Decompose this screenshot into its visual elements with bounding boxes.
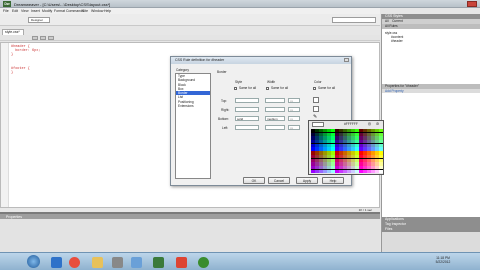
category-label: Category xyxy=(176,68,189,72)
properties-header[interactable]: Properties xyxy=(0,214,380,219)
right-label: Right: xyxy=(221,108,230,112)
color-same-checkbox[interactable] xyxy=(313,87,316,90)
top-width-select[interactable] xyxy=(265,98,285,103)
search-input[interactable] xyxy=(332,17,376,23)
line-number-gutter xyxy=(1,43,9,207)
color-wheel-icon[interactable]: ◎ xyxy=(367,121,372,126)
app-icon[interactable] xyxy=(176,257,187,268)
menu-file[interactable]: File xyxy=(3,9,9,13)
menu-window[interactable]: Window xyxy=(91,9,103,13)
width-same-label: Same for all xyxy=(271,86,289,90)
chrome-icon[interactable] xyxy=(69,257,80,268)
style-column-header: Style xyxy=(235,80,243,84)
app-icon[interactable] xyxy=(198,257,209,268)
top-unit-select[interactable]: px xyxy=(288,98,300,103)
design-view-button[interactable] xyxy=(48,36,54,40)
bottom-style-select[interactable]: solid xyxy=(235,116,259,121)
top-color-swatch[interactable] xyxy=(313,97,319,103)
color-swatch[interactable] xyxy=(379,169,383,173)
dreamweaver-taskbar-icon[interactable] xyxy=(153,257,164,268)
color-hex-value[interactable]: #FFFFFF xyxy=(344,122,358,126)
top-label: Top: xyxy=(221,99,228,103)
color-swatch-grid[interactable] xyxy=(311,129,383,173)
right-color-swatch[interactable] xyxy=(313,106,319,112)
window-titlebar: Dw Dreamweaver - [C:\Users\...\Desktop\C… xyxy=(0,0,480,8)
width-column-header: Width xyxy=(267,80,276,84)
section-title: Border xyxy=(217,70,227,74)
toolbar: Designer xyxy=(0,14,380,26)
tab-all[interactable]: All xyxy=(385,19,389,23)
left-width-select[interactable] xyxy=(265,125,285,130)
code-line: } xyxy=(11,71,14,75)
menu-modify[interactable]: Modify xyxy=(42,9,52,13)
code-line: } xyxy=(11,53,14,57)
code-view-button[interactable] xyxy=(32,36,38,40)
app-icon[interactable] xyxy=(112,257,123,268)
style-same-label: Same for all xyxy=(239,86,257,90)
window-title: Dreamweaver - [C:\Users\...\Desktop\CSS\… xyxy=(14,2,111,7)
left-label: Left: xyxy=(222,126,229,130)
menu-insert[interactable]: Insert xyxy=(31,9,40,13)
dialog-close-button[interactable] xyxy=(344,58,349,62)
clock-date: 5/22/2012 xyxy=(435,260,451,264)
app-icon[interactable] xyxy=(131,257,142,268)
explorer-icon[interactable] xyxy=(92,257,103,268)
right-width-select[interactable] xyxy=(265,107,285,112)
properties-panel: Properties xyxy=(0,212,380,252)
menu-site[interactable]: Site xyxy=(82,9,88,13)
color-column-header: Color xyxy=(314,80,322,84)
menu-view[interactable]: View xyxy=(21,9,29,13)
left-unit-select[interactable]: px xyxy=(288,125,300,130)
menu-format[interactable]: Format xyxy=(54,9,65,13)
bottom-width-select[interactable]: medium xyxy=(265,116,285,121)
apply-button[interactable]: Apply xyxy=(296,177,318,184)
no-color-icon[interactable]: ⊘ xyxy=(375,121,380,126)
code-line: border: 6px; xyxy=(11,49,41,53)
rule-item[interactable]: #header xyxy=(385,39,477,43)
files-header[interactable]: Files xyxy=(382,227,480,232)
app-logo: Dw xyxy=(3,1,11,7)
code-line: #footer { xyxy=(11,67,30,71)
help-button[interactable]: Help xyxy=(322,177,344,184)
color-preview-swatch xyxy=(312,122,324,127)
color-same-label: Same for all xyxy=(318,86,336,90)
properties-list xyxy=(382,93,480,217)
dialog-title: CSS Rule definition for #header xyxy=(171,57,351,64)
tab-current[interactable]: Current xyxy=(392,19,403,23)
top-style-select[interactable] xyxy=(235,98,259,103)
right-panel-group: CSS Styles All Current All Rules style.c… xyxy=(381,14,480,252)
workspace-dropdown[interactable]: Designer xyxy=(28,17,50,23)
close-window-button[interactable] xyxy=(467,1,477,7)
taskbar: 11:18 PM 5/22/2012 xyxy=(0,252,480,270)
category-list: Type Background Block Box Border List Po… xyxy=(175,73,211,179)
ie-icon[interactable] xyxy=(51,257,62,268)
style-same-checkbox[interactable] xyxy=(234,87,237,90)
category-item[interactable]: Extensions xyxy=(176,104,210,108)
right-style-select[interactable] xyxy=(235,107,259,112)
width-same-checkbox[interactable] xyxy=(266,87,269,90)
properties-title: Properties xyxy=(6,214,22,219)
right-unit-select[interactable]: px xyxy=(288,107,300,112)
cancel-button[interactable]: Cancel xyxy=(268,177,290,184)
bottom-unit-select[interactable]: px xyxy=(288,116,300,121)
rules-list: style.css #content #header xyxy=(382,29,480,84)
code-toolbar xyxy=(0,35,380,41)
menu-help[interactable]: Help xyxy=(104,9,111,13)
split-view-button[interactable] xyxy=(40,36,46,40)
bottom-label: Bottom: xyxy=(218,117,229,121)
ok-button[interactable]: OK xyxy=(243,177,265,184)
color-picker-popup: #FFFFFF ◎ ⊘ xyxy=(308,120,384,175)
clock[interactable]: 11:18 PM 5/22/2012 xyxy=(428,256,458,264)
start-button[interactable] xyxy=(27,255,40,268)
menu-edit[interactable]: Edit xyxy=(12,9,18,13)
left-style-select[interactable] xyxy=(235,125,259,130)
